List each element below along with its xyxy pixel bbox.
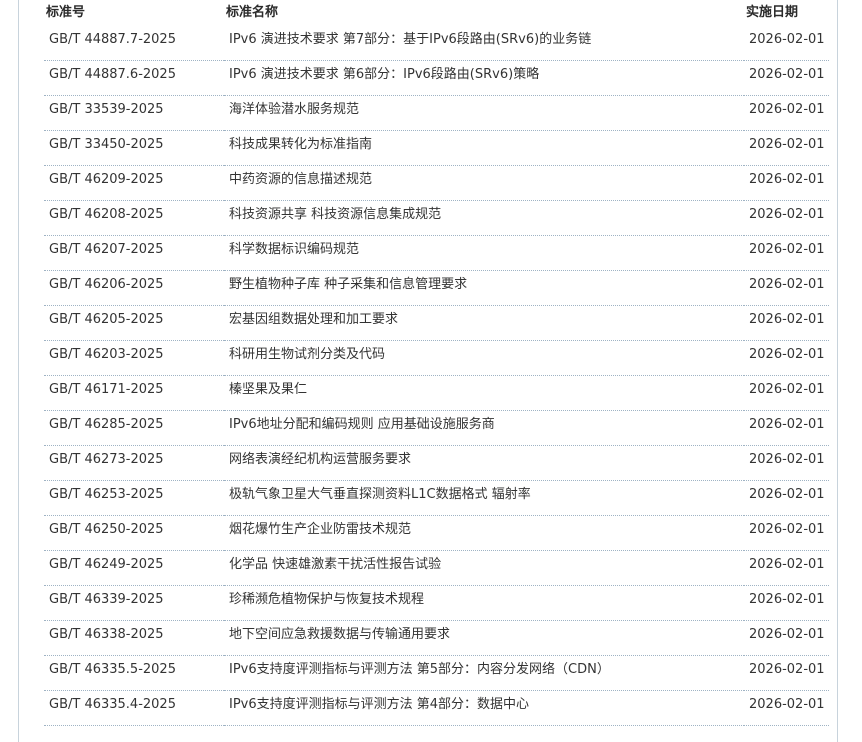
implementation-date: 2026-02-01 [744,480,829,516]
implementation-date: 2026-02-01 [744,515,829,551]
implementation-date: 2026-02-01 [744,95,829,131]
standard-name-link[interactable]: 珍稀濒危植物保护与恢复技术规程 [224,585,744,621]
implementation-date: 2026-02-01 [744,690,829,726]
implementation-date: 2026-02-01 [744,130,829,166]
standard-code: GB/T 46206-2025 [44,270,224,306]
standard-name-link[interactable]: 宏基因组数据处理和加工要求 [224,305,744,341]
implementation-date: 2026-02-01 [744,200,829,236]
header-implementation-date: 实施日期 [746,5,799,20]
standard-name-link[interactable]: 科技资源共享 科技资源信息集成规范 [224,200,744,236]
implementation-date: 2026-02-01 [744,445,829,481]
header-standard-name: 标准名称 [226,5,279,20]
table-row[interactable]: GB/T 46249-2025 化学品 快速雄激素干扰活性报告试验 2026-0… [44,550,829,586]
table-row[interactable]: GB/T 46171-2025 榛坚果及果仁 2026-02-01 [44,375,829,411]
table-row[interactable]: GB/T 46250-2025 烟花爆竹生产企业防雷技术规范 2026-02-0… [44,515,829,551]
table-row[interactable]: GB/T 46207-2025 科学数据标识编码规范 2026-02-01 [44,235,829,271]
implementation-date: 2026-02-01 [744,340,829,376]
standard-code: GB/T 46203-2025 [44,340,224,376]
header-row: 标准号 标准名称 实施日期 [44,0,829,26]
table-row[interactable]: GB/T 46208-2025 科技资源共享 科技资源信息集成规范 2026-0… [44,200,829,236]
standard-name-link[interactable]: 烟花爆竹生产企业防雷技术规范 [224,515,744,551]
standard-name-link[interactable]: IPv6支持度评测指标与评测方法 第5部分：内容分发网络（CDN） [224,655,744,691]
implementation-date: 2026-02-01 [744,165,829,201]
table-row[interactable]: GB/T 46335.4-2025 IPv6支持度评测指标与评测方法 第4部分：… [44,690,829,726]
table-row[interactable]: GB/T 46209-2025 中药资源的信息描述规范 2026-02-01 [44,165,829,201]
standard-name-link[interactable]: IPv6支持度评测指标与评测方法 第4部分：数据中心 [224,690,744,726]
standard-name-link[interactable]: 野生植物种子库 种子采集和信息管理要求 [224,270,744,306]
implementation-date: 2026-02-01 [744,620,829,656]
table-row[interactable]: GB/T 46203-2025 科研用生物试剂分类及代码 2026-02-01 [44,340,829,376]
table-row[interactable]: GB/T 44887.6-2025 IPv6 演进技术要求 第6部分：IPv6段… [44,60,829,96]
standard-name-link[interactable]: 科技成果转化为标准指南 [224,130,744,166]
standard-code: GB/T 46338-2025 [44,620,224,656]
standard-name-link[interactable]: 海洋体验潜水服务规范 [224,95,744,131]
standard-code: GB/T 46250-2025 [44,515,224,551]
standard-code: GB/T 44887.6-2025 [44,60,224,96]
standard-code: GB/T 46273-2025 [44,445,224,481]
standard-code: GB/T 46253-2025 [44,480,224,516]
standard-name-link[interactable]: 榛坚果及果仁 [224,375,744,411]
implementation-date: 2026-02-01 [744,305,829,341]
table-row[interactable]: GB/T 46206-2025 野生植物种子库 种子采集和信息管理要求 2026… [44,270,829,306]
standard-code: GB/T 46207-2025 [44,235,224,271]
table-row[interactable]: GB/T 46285-2025 IPv6地址分配和编码规则 应用基础设施服务商 … [44,410,829,446]
implementation-date: 2026-02-01 [744,60,829,96]
standard-name-link[interactable]: IPv6 演进技术要求 第7部分：基于IPv6段路由(SRv6)的业务链 [224,26,744,61]
standard-code: GB/T 46208-2025 [44,200,224,236]
implementation-date: 2026-02-01 [744,410,829,446]
standards-table: 标准号 标准名称 实施日期 GB/T 44887.7-2025 IPv6 演进技… [44,0,829,726]
standard-name-link[interactable]: 科研用生物试剂分类及代码 [224,340,744,376]
standard-code: GB/T 46171-2025 [44,375,224,411]
content-frame: 标准号 标准名称 实施日期 GB/T 44887.7-2025 IPv6 演进技… [18,0,838,742]
implementation-date: 2026-02-01 [744,375,829,411]
standard-name-link[interactable]: 科学数据标识编码规范 [224,235,744,271]
implementation-date: 2026-02-01 [744,550,829,586]
standard-code: GB/T 46249-2025 [44,550,224,586]
table-row[interactable]: GB/T 46339-2025 珍稀濒危植物保护与恢复技术规程 2026-02-… [44,585,829,621]
standard-name-link[interactable]: IPv6地址分配和编码规则 应用基础设施服务商 [224,410,744,446]
implementation-date: 2026-02-01 [744,655,829,691]
table-row[interactable]: GB/T 46205-2025 宏基因组数据处理和加工要求 2026-02-01 [44,305,829,341]
standard-name-link[interactable]: 化学品 快速雄激素干扰活性报告试验 [224,550,744,586]
standard-name-link[interactable]: 网络表演经纪机构运营服务要求 [224,445,744,481]
standard-code: GB/T 46205-2025 [44,305,224,341]
implementation-date: 2026-02-01 [744,26,829,61]
header-standard-code: 标准号 [46,5,86,20]
table-row[interactable]: GB/T 46273-2025 网络表演经纪机构运营服务要求 2026-02-0… [44,445,829,481]
implementation-date: 2026-02-01 [744,270,829,306]
standard-name-link[interactable]: 极轨气象卫星大气垂直探测资料L1C数据格式 辐射率 [224,480,744,516]
table-row[interactable]: GB/T 33450-2025 科技成果转化为标准指南 2026-02-01 [44,130,829,166]
table-row[interactable]: GB/T 44887.7-2025 IPv6 演进技术要求 第7部分：基于IPv… [44,26,829,61]
standard-code: GB/T 44887.7-2025 [44,26,224,61]
table-body: GB/T 44887.7-2025 IPv6 演进技术要求 第7部分：基于IPv… [44,26,829,726]
standard-code: GB/T 46335.4-2025 [44,690,224,726]
table-row[interactable]: GB/T 46335.5-2025 IPv6支持度评测指标与评测方法 第5部分：… [44,655,829,691]
standard-code: GB/T 46209-2025 [44,165,224,201]
table-header: 标准号 标准名称 实施日期 [44,0,829,26]
implementation-date: 2026-02-01 [744,585,829,621]
table-row[interactable]: GB/T 46253-2025 极轨气象卫星大气垂直探测资料L1C数据格式 辐射… [44,480,829,516]
standard-name-link[interactable]: 地下空间应急救援数据与传输通用要求 [224,620,744,656]
standard-code: GB/T 33539-2025 [44,95,224,131]
standard-code: GB/T 46339-2025 [44,585,224,621]
standard-code: GB/T 46285-2025 [44,410,224,446]
standard-code: GB/T 33450-2025 [44,130,224,166]
implementation-date: 2026-02-01 [744,235,829,271]
standard-code: GB/T 46335.5-2025 [44,655,224,691]
table-row[interactable]: GB/T 46338-2025 地下空间应急救援数据与传输通用要求 2026-0… [44,620,829,656]
standard-name-link[interactable]: 中药资源的信息描述规范 [224,165,744,201]
standard-name-link[interactable]: IPv6 演进技术要求 第6部分：IPv6段路由(SRv6)策略 [224,60,744,96]
table-row[interactable]: GB/T 33539-2025 海洋体验潜水服务规范 2026-02-01 [44,95,829,131]
